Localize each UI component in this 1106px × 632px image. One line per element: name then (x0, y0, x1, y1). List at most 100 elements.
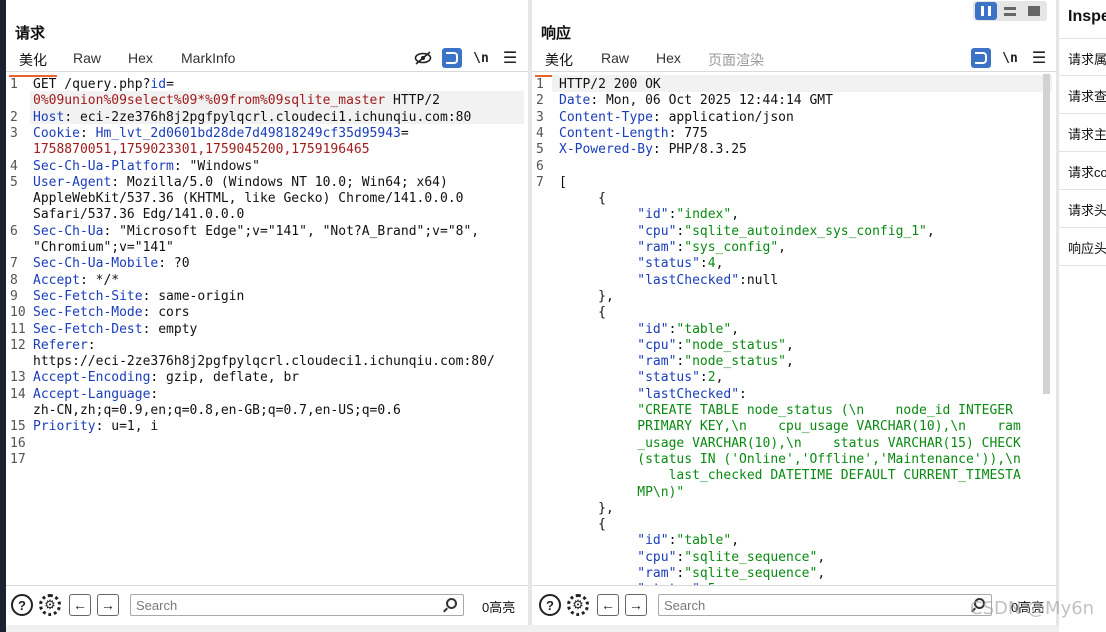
layout-rows-icon[interactable] (999, 2, 1021, 20)
line-number: 8 (10, 272, 18, 288)
line-number: 7 (10, 256, 18, 272)
line-number: 15 (10, 419, 26, 435)
code-line: last_checked DATETIME DEFAULT CURRENT_TI… (559, 468, 1021, 484)
code-token: Sec-Fetch-Site (33, 288, 143, 304)
inspector-item-request-headers[interactable]: 请求头 (1059, 190, 1106, 228)
layout-single-icon[interactable] (1023, 2, 1045, 20)
menu-icon[interactable]: ☰ (1029, 48, 1049, 68)
wrap-icon[interactable] (971, 48, 991, 68)
line-number: 11 (10, 321, 26, 337)
arrow-right-icon[interactable]: → (625, 594, 647, 616)
code-token: : cors (142, 305, 190, 321)
eye-off-icon[interactable] (413, 48, 433, 68)
code-token: :null (739, 272, 779, 288)
response-editor[interactable]: 1234567 HTTP/2 200 OK Date: Mon, 06 Oct 2… (532, 73, 1056, 586)
code-line: _usage VARCHAR(10),\n status VARCHAR(15)… (559, 436, 1021, 452)
code-token: , (817, 566, 826, 581)
code-line: Sec-Ch-Ua-Mobile: ?0 (33, 256, 190, 272)
gear-icon[interactable]: ⚙ (567, 594, 589, 616)
code-token: Accept-Language (33, 386, 151, 402)
code-token: "id" (637, 321, 669, 337)
code-line: GET /query.php?id= (33, 77, 174, 93)
code-token: "ram" (637, 240, 677, 255)
code-token: "ram" (637, 354, 677, 370)
gear-icon[interactable]: ⚙ (39, 594, 61, 616)
code-token: { (559, 517, 606, 533)
code-token: X-Powered-By (559, 142, 653, 158)
code-line: { (559, 191, 606, 207)
search-placeholder: Search (136, 598, 178, 613)
menu-icon[interactable]: ☰ (500, 48, 520, 68)
request-title: 请求 (15, 25, 46, 42)
code-token: , (778, 240, 786, 255)
tab-raw[interactable]: Raw (601, 50, 629, 66)
code-token: 4 (707, 256, 716, 272)
code-line: Priority: u=1, i (33, 419, 158, 435)
tab-hex[interactable]: Hex (128, 50, 153, 66)
newline-icon[interactable]: \n (1000, 48, 1020, 68)
code-token: "sqlite_sequence" (684, 549, 818, 565)
code-token: : (699, 256, 708, 272)
code-line: PRIMARY KEY,\n cpu_usage VARCHAR(10),\n … (559, 419, 1021, 435)
code-token: "sys_config" (684, 240, 779, 255)
arrow-left-icon[interactable]: ← (69, 594, 91, 616)
status-strip (6, 625, 1059, 632)
response-search-input[interactable]: Search (658, 594, 992, 616)
inspector-title: Inspector (1068, 8, 1106, 25)
watermark: CSDN @My6n (970, 598, 1095, 619)
code-token: , (817, 549, 826, 565)
code-token: : Mozilla/5.0 (Windows NT 10.0; Win64; x… (111, 174, 448, 190)
wrap-icon[interactable] (442, 48, 462, 68)
help-icon[interactable]: ? (539, 594, 561, 616)
code-line: "ram":"sqlite_sequence", (559, 566, 825, 582)
code-line: User-Agent: Mozilla/5.0 (Windows NT 10.0… (33, 175, 448, 191)
inspector-item-body-params[interactable]: 请求主体参数 (1059, 114, 1106, 152)
code-token: last_checked DATETIME DEFAULT CURRENT_TI… (637, 468, 1021, 484)
request-editor[interactable]: 1 2 3 4 5 6 7 8 9 10 11 12 13 14 15 16 17 GET /query.php… (6, 73, 528, 586)
help-icon[interactable]: ? (11, 594, 33, 616)
code-token: : same-origin (142, 288, 245, 304)
tab-markinfo[interactable]: MarkInfo (181, 50, 235, 66)
request-search-input[interactable]: Search (130, 594, 464, 616)
code-line: AppleWebKit/537.36 (KHTML, like Gecko) C… (33, 191, 463, 207)
code-token: Hm_lvt_2d0601bd28de7d49818249cf35d95943 (95, 125, 401, 141)
code-line: X-Powered-By: PHP/8.3.25 (559, 142, 747, 158)
inspector-item-response-headers[interactable]: 响应头 (1059, 228, 1106, 266)
code-token: https://eci-2ze376h8j2pgfpylqcrl.cloudec… (33, 354, 495, 370)
code-token: "cpu" (637, 337, 677, 353)
inspector-item-cookies[interactable]: 请求cookie (1059, 152, 1106, 190)
code-line: "ram":"sys_config", (559, 240, 786, 256)
code-token: "status" (637, 256, 700, 272)
tab-raw[interactable]: Raw (73, 50, 101, 66)
line-number: 10 (10, 305, 26, 321)
tab-hex[interactable]: Hex (656, 50, 681, 66)
code-token: , (731, 533, 740, 549)
code-token: , (731, 207, 740, 223)
code-token: : u=1, i (95, 419, 159, 435)
layout-columns-icon[interactable] (975, 2, 997, 20)
arrow-left-icon[interactable]: ← (597, 594, 619, 616)
code-line: Content-Length: 775 (559, 126, 708, 142)
line-number: 4 (536, 125, 544, 141)
tab-pretty[interactable]: 美化 (535, 50, 583, 77)
code-token: Accept (33, 272, 80, 288)
response-scrollbar[interactable] (1043, 74, 1050, 394)
code-line: "cpu":"node_status", (559, 338, 794, 354)
tab-pretty[interactable]: 美化 (9, 50, 57, 77)
code-token: Priority (33, 419, 96, 435)
newline-icon[interactable]: \n (471, 48, 491, 68)
inspector-panel: Inspector 请求属性 请求查询参数 请求主体参数 请求cookie 请求… (1059, 0, 1106, 632)
code-line: 0%09union%09select%09*%09from%09sqlite_m… (33, 93, 440, 109)
code-token: "id" (637, 533, 669, 549)
code-line: Accept-Encoding: gzip, deflate, br (33, 370, 299, 386)
inspector-item-request-attributes[interactable]: 请求属性 (1059, 38, 1106, 76)
code-token: "cpu" (637, 223, 677, 239)
arrow-right-icon[interactable]: → (97, 594, 119, 616)
code-token: , (715, 256, 724, 272)
search-icon[interactable] (446, 598, 457, 609)
inspector-item-query-params[interactable]: 请求查询参数 (1059, 76, 1106, 114)
